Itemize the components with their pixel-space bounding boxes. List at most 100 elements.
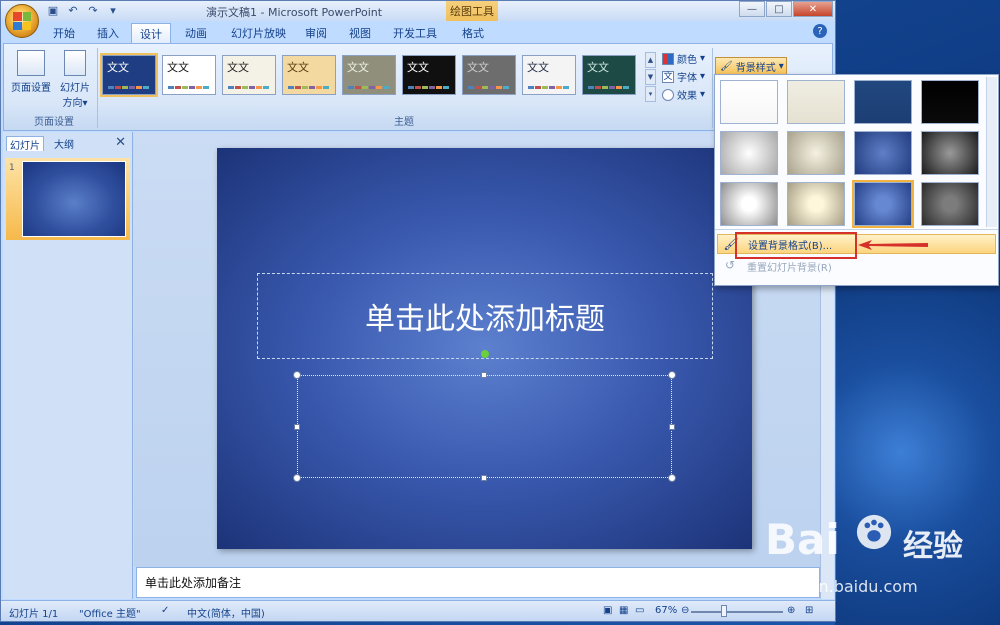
page-setup-label: 页面设置 — [11, 83, 51, 94]
zoom-out-icon[interactable]: ⊖ — [681, 605, 689, 616]
resize-handle[interactable] — [293, 371, 301, 379]
resize-handle[interactable] — [668, 371, 676, 379]
themes-gallery-scroll[interactable]: ▲ ▼ ▾ — [645, 52, 656, 102]
tab-outline[interactable]: 大纲 — [51, 136, 77, 151]
slide-orientation-button[interactable]: 幻灯片 方向▾ — [54, 50, 96, 112]
background-style-swatch[interactable] — [921, 80, 979, 124]
highlight-annotation-box — [735, 232, 857, 259]
background-style-swatch[interactable] — [787, 80, 845, 124]
subtitle-placeholder[interactable] — [297, 375, 672, 478]
theme-color-bars — [168, 86, 209, 89]
page-setup-button[interactable]: 页面设置 — [10, 50, 52, 112]
gallery-more-arrow[interactable]: ▾ — [645, 86, 656, 102]
tab-design[interactable]: 设计 — [131, 23, 171, 43]
background-style-swatch[interactable] — [720, 182, 778, 226]
tab-format[interactable]: 格式 — [454, 23, 492, 43]
theme-thumbnail[interactable]: 文文 — [100, 53, 158, 97]
theme-thumbnail-text: 文文 — [227, 61, 249, 74]
tab-slide-show[interactable]: 幻灯片放映 — [223, 23, 294, 43]
theme-colors-button[interactable]: 颜色 ▾ — [662, 51, 705, 66]
tab-view[interactable]: 视图 — [341, 23, 379, 43]
resize-handle[interactable] — [668, 474, 676, 482]
background-styles-button[interactable]: 🖌 背景样式 ▾ — [715, 57, 787, 75]
spelling-icon[interactable]: ✓ — [161, 605, 169, 616]
tab-slides[interactable]: 幻灯片 — [6, 136, 44, 152]
maximize-button[interactable]: □ — [766, 1, 792, 17]
redo-icon[interactable]: ↷ — [85, 3, 101, 18]
theme-thumbnail[interactable]: 文文 — [342, 55, 396, 95]
notes-pane[interactable]: 单击此处添加备注 — [136, 567, 820, 598]
slide-number: 1 — [9, 163, 15, 173]
resize-handle[interactable] — [293, 474, 301, 482]
background-style-swatch[interactable] — [921, 182, 979, 226]
theme-thumbnail[interactable]: 文文 — [162, 55, 216, 95]
zoom-level[interactable]: 67% — [655, 605, 677, 616]
theme-thumbnail-text: 文文 — [167, 61, 189, 74]
slide-show-icon[interactable]: ▭ — [635, 605, 644, 616]
fonts-icon: 文 — [662, 70, 674, 83]
close-button[interactable]: ✕ — [793, 1, 833, 17]
close-panel-icon[interactable]: ✕ — [115, 135, 126, 150]
normal-view-icon[interactable]: ▣ — [603, 605, 612, 616]
background-style-swatch[interactable] — [720, 80, 778, 124]
group-themes-label: 主题 — [394, 117, 414, 128]
rotation-handle[interactable] — [481, 350, 489, 358]
resize-handle[interactable] — [669, 424, 675, 430]
theme-thumbnail[interactable]: 文文 — [402, 55, 456, 95]
tab-insert[interactable]: 插入 — [89, 23, 127, 43]
resize-handle[interactable] — [481, 475, 487, 481]
customize-qat-icon[interactable]: ▾ — [105, 3, 121, 18]
background-style-swatch[interactable] — [921, 131, 979, 175]
undo-icon[interactable]: ↶ — [65, 3, 81, 18]
tab-developer[interactable]: 开发工具 — [385, 23, 445, 43]
background-style-swatch[interactable] — [852, 180, 914, 228]
background-style-swatch[interactable] — [787, 131, 845, 175]
menu-scrollbar[interactable] — [986, 77, 997, 227]
background-style-swatch[interactable] — [720, 131, 778, 175]
slide-count-status: 幻灯片 1/1 — [9, 609, 59, 620]
resize-handle[interactable] — [294, 424, 300, 430]
theme-effects-button[interactable]: 效果 ▾ — [662, 87, 705, 102]
slide-sorter-icon[interactable]: ▦ — [619, 605, 628, 616]
help-icon[interactable]: ? — [813, 24, 827, 38]
background-style-swatch[interactable] — [787, 182, 845, 226]
title-placeholder[interactable]: 单击此处添加标题 — [257, 273, 713, 359]
group-divider — [712, 48, 713, 128]
tab-home[interactable]: 开始 — [45, 23, 83, 43]
drawing-tools-contextual-tab: 绘图工具 — [446, 1, 498, 21]
office-button[interactable] — [5, 4, 39, 38]
theme-thumbnail[interactable]: 文文 — [222, 55, 276, 95]
theme-fonts-button[interactable]: 文 字体 ▾ — [662, 69, 705, 84]
slide-thumbnail — [22, 161, 126, 237]
zoom-slider-thumb[interactable] — [721, 605, 727, 617]
theme-thumbnail-text: 文文 — [287, 61, 309, 74]
gallery-up-arrow[interactable]: ▲ — [645, 52, 656, 68]
theme-color-bars — [228, 86, 269, 89]
resize-handle[interactable] — [481, 372, 487, 378]
colors-label: 颜色 — [677, 55, 697, 66]
save-icon[interactable]: ▣ — [45, 3, 61, 18]
theme-thumbnail-text: 文文 — [107, 61, 129, 74]
ribbon-design: 页面设置 幻灯片 方向▾ 页面设置 文文 文文 文文 文文 文文 文文 文文 文文 文文 ▲ ▼… — [3, 43, 833, 131]
minimize-button[interactable]: — — [739, 1, 765, 17]
theme-thumbnail[interactable]: 文文 — [582, 55, 636, 95]
tab-review[interactable]: 审阅 — [297, 23, 335, 43]
theme-color-bars — [468, 86, 509, 89]
theme-thumbnail[interactable]: 文文 — [462, 55, 516, 95]
powerpoint-window: ▣ ↶ ↷ ▾ 演示文稿1 - Microsoft PowerPoint 绘图工… — [0, 0, 836, 622]
quick-access-toolbar: ▣ ↶ ↷ ▾ — [45, 3, 121, 18]
status-bar: 幻灯片 1/1 "Office 主题" ✓ 中文(简体，中国) ▣ ▦ ▭ 67… — [1, 600, 835, 621]
slide-thumbnail-selected[interactable] — [6, 158, 130, 240]
tab-animations[interactable]: 动画 — [177, 23, 215, 43]
theme-thumbnail[interactable]: 文文 — [282, 55, 336, 95]
background-style-swatch[interactable] — [854, 131, 912, 175]
slide-canvas[interactable]: 单击此处添加标题 — [217, 148, 752, 549]
reset-background-item: ↺ 重置幻灯片背景(R) — [717, 256, 996, 276]
background-styles-label: 背景样式 — [735, 62, 776, 74]
theme-color-bars — [348, 86, 389, 89]
ribbon-tab-bar: 开始 插入 设计 动画 幻灯片放映 审阅 视图 开发工具 格式 ? — [1, 21, 835, 43]
background-style-swatch[interactable] — [854, 80, 912, 124]
theme-thumbnail[interactable]: 文文 — [522, 55, 576, 95]
gallery-down-arrow[interactable]: ▼ — [645, 69, 656, 85]
theme-color-bars — [108, 86, 149, 89]
